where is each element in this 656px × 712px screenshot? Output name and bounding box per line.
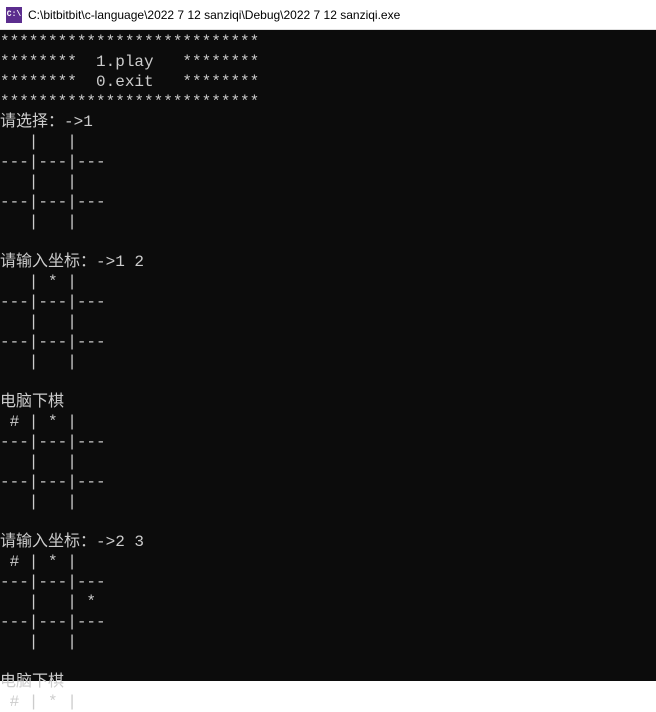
console-line: *************************** [0, 93, 259, 111]
console-line: ---|---|--- [0, 573, 106, 591]
console-line: ******** 0.exit ******** [0, 73, 259, 91]
console-line: ---|---|--- [0, 293, 106, 311]
console-line: | | [0, 213, 106, 231]
console-line: 请输入坐标：->1 2 [0, 253, 144, 271]
console-line: # | * | [0, 553, 106, 571]
console-line: | | [0, 353, 106, 371]
console-line: | | [0, 493, 106, 511]
console-line: 电脑下棋 [0, 673, 64, 691]
console-line: # | * | [0, 693, 106, 711]
console-line: 电脑下棋 [0, 393, 64, 411]
window-title-text: C:\bitbitbit\c-language\2022 7 12 sanziq… [28, 8, 400, 22]
console-line: ---|---|--- [0, 333, 106, 351]
console-line: | | * [0, 593, 106, 611]
console-output[interactable]: *************************** ******** 1.p… [0, 30, 656, 681]
console-line: | | [0, 133, 106, 151]
console-line: *************************** [0, 33, 259, 51]
console-app-icon: C:\ [6, 7, 22, 23]
console-line: ---|---|--- [0, 433, 106, 451]
console-line: 请输入坐标：->2 3 [0, 533, 144, 551]
console-line: 请选择：->1 [0, 113, 93, 131]
console-line: | * | [0, 273, 106, 291]
console-line: ---|---|--- [0, 193, 106, 211]
console-line: ---|---|--- [0, 153, 106, 171]
console-line: | | [0, 633, 106, 651]
console-line: | | [0, 313, 106, 331]
console-line: ---|---|--- [0, 473, 106, 491]
window-title-bar[interactable]: C:\ C:\bitbitbit\c-language\2022 7 12 sa… [0, 0, 656, 30]
console-line: | | [0, 173, 106, 191]
console-line: | | [0, 453, 106, 471]
console-line: ---|---|--- [0, 613, 106, 631]
console-line: ******** 1.play ******** [0, 53, 259, 71]
console-line: # | * | [0, 413, 106, 431]
